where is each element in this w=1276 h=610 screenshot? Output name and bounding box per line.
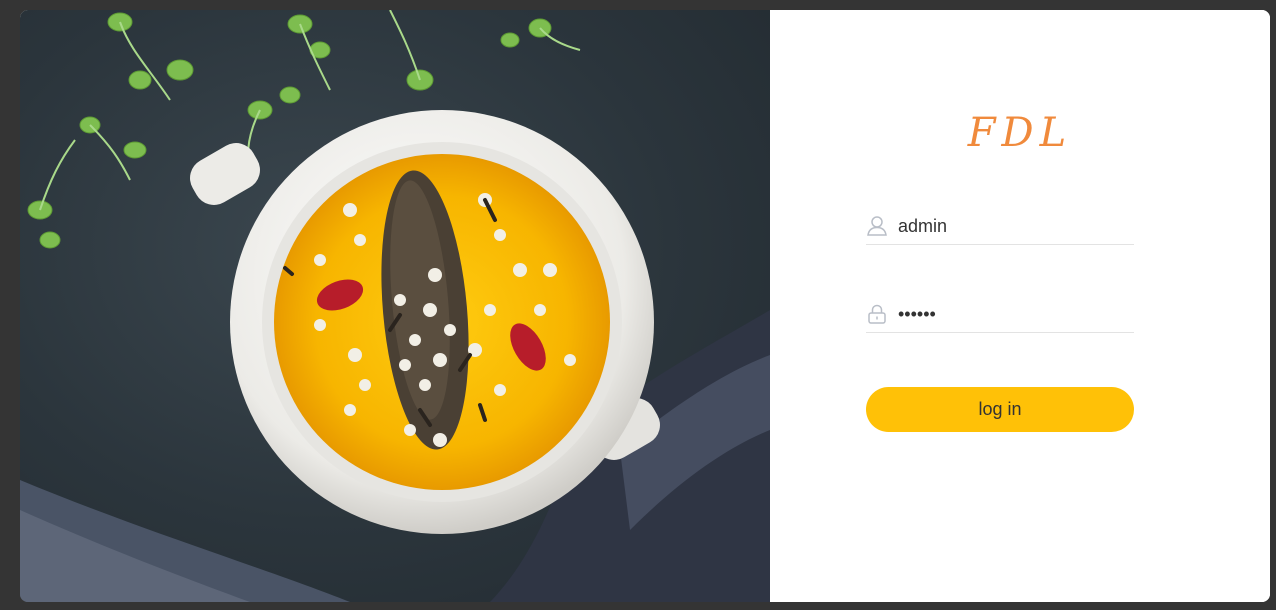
username-input[interactable] [898, 215, 1128, 237]
password-field[interactable] [866, 296, 1134, 333]
brand-logo: FDL [967, 110, 1073, 156]
soup-bowl-illustration [20, 10, 770, 602]
password-input[interactable] [898, 303, 1128, 325]
lock-icon [868, 304, 886, 324]
user-icon [867, 216, 887, 236]
hero-food-image [20, 10, 770, 602]
username-field[interactable] [866, 208, 1134, 245]
login-button[interactable]: log in [866, 387, 1134, 432]
